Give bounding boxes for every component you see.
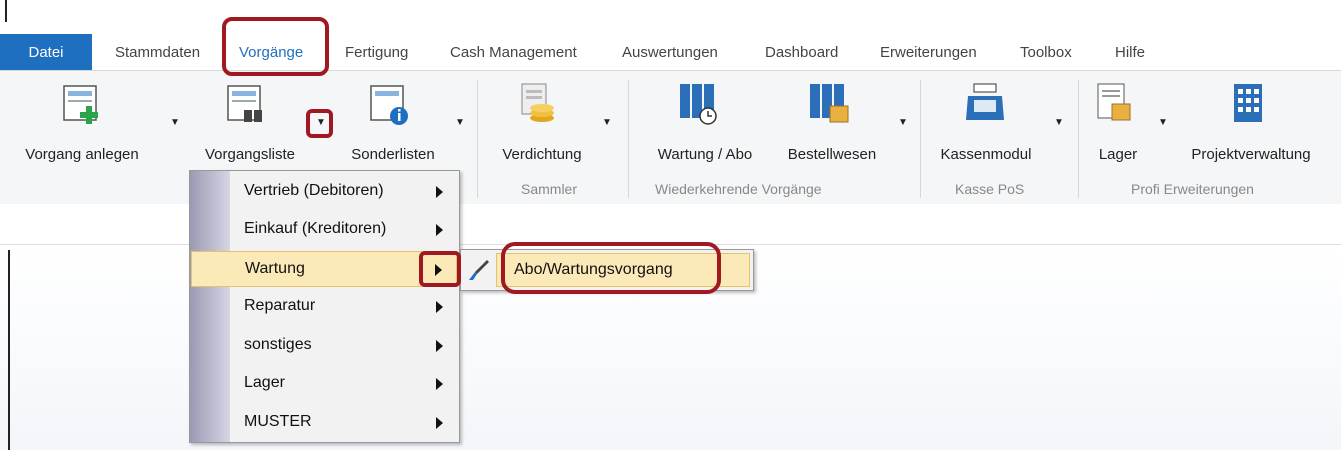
tab-datei[interactable]: Datei (0, 34, 92, 70)
button-label: Bestellwesen (787, 146, 877, 163)
building-icon (1234, 84, 1262, 122)
annotation-highlight-abo (501, 242, 721, 294)
binders-clock-icon (680, 84, 717, 125)
button-label: Projektverwaltung (1191, 146, 1311, 163)
vorgang-anlegen-button[interactable]: Vorgang anlegen (14, 76, 150, 174)
menu-item-lager[interactable]: Lager (191, 366, 457, 402)
submenu-arrow-icon (436, 340, 443, 352)
document-search-icon (227, 85, 262, 122)
new-document-icon (63, 85, 98, 124)
button-label: Lager (1098, 146, 1138, 163)
menu-item-reparatur[interactable]: Reparatur (191, 289, 457, 325)
window-edge (5, 0, 7, 22)
menu-item-vertrieb[interactable]: Vertrieb (Debitoren) (191, 174, 457, 210)
menu-item-label: Vertrieb (Debitoren) (244, 182, 384, 199)
tab-cash-management[interactable]: Cash Management (450, 44, 577, 61)
annotation-highlight-vorgaenge (222, 17, 329, 76)
dropdown-caret-icon[interactable]: ▼ (1158, 117, 1168, 128)
projektverwaltung-button[interactable]: Projektverwaltung (1176, 76, 1326, 174)
tab-auswertungen[interactable]: Auswertungen (622, 44, 718, 61)
dropdown-caret-icon[interactable]: ▼ (455, 117, 465, 128)
menu-item-label: Einkauf (Kreditoren) (244, 220, 387, 237)
annotation-highlight-wartung-arrow (419, 251, 461, 287)
button-label: Kassenmodul (940, 146, 1032, 163)
button-label: Vorgangsliste (204, 146, 296, 163)
tab-fertigung[interactable]: Fertigung (345, 44, 408, 61)
submenu-arrow-icon (436, 224, 443, 236)
group-separator (1078, 80, 1079, 198)
menu-item-sonstiges[interactable]: sonstiges (191, 328, 457, 364)
annotation-highlight-dropdown (306, 109, 333, 138)
menu-item-label: MUSTER (244, 413, 312, 430)
group-label-sammler: Sammler (521, 181, 578, 197)
submenu-arrow-icon (436, 417, 443, 429)
tab-label: Datei (28, 43, 64, 61)
menu-item-wartung[interactable]: Wartung (191, 251, 457, 287)
submenu-arrow-icon (436, 186, 443, 198)
sonderlisten-button[interactable]: Sonderlisten (335, 76, 451, 174)
tab-erweiterungen[interactable]: Erweiterungen (880, 44, 977, 61)
button-label: Sonderlisten (351, 146, 435, 163)
bestellwesen-button[interactable]: Bestellwesen (770, 76, 894, 174)
button-label: Wartung / Abo (657, 146, 753, 163)
button-label: Verdichtung (502, 146, 582, 163)
menu-item-einkauf[interactable]: Einkauf (Kreditoren) (191, 212, 457, 248)
binders-box-icon (810, 84, 849, 123)
menu-item-label: Wartung (245, 260, 305, 277)
dropdown-caret-icon[interactable]: ▼ (898, 117, 908, 128)
cash-register-icon (966, 83, 1004, 120)
group-separator (628, 80, 629, 198)
verdichtung-button[interactable]: Verdichtung (484, 76, 600, 174)
document-box-icon (1097, 83, 1131, 121)
button-label: Vorgang anlegen (25, 146, 139, 163)
lager-button[interactable]: Lager (1082, 76, 1154, 174)
group-label-kasse: Kasse PoS (955, 181, 1025, 197)
wartung-abo-button[interactable]: Wartung / Abo (640, 76, 770, 174)
submenu-arrow-icon (436, 301, 443, 313)
menu-item-label: sonstiges (244, 336, 312, 353)
coins-icon (521, 83, 554, 122)
kassenmodul-button[interactable]: Kassenmodul (930, 76, 1042, 174)
tab-hilfe[interactable]: Hilfe (1115, 44, 1145, 61)
tab-dashboard[interactable]: Dashboard (765, 44, 838, 61)
menu-item-label: Reparatur (244, 297, 316, 314)
dropdown-caret-icon[interactable]: ▼ (1054, 117, 1064, 128)
content-border (8, 250, 10, 450)
tab-toolbox[interactable]: Toolbox (1020, 44, 1072, 61)
dropdown-caret-icon[interactable]: ▼ (602, 117, 612, 128)
group-separator (920, 80, 921, 198)
group-separator (477, 80, 478, 198)
group-label-profi: Profi Erweiterungen (1131, 181, 1254, 197)
vorgangsliste-dropdown-menu: Vertrieb (Debitoren) Einkauf (Kreditoren… (189, 170, 460, 443)
submenu-arrow-icon (436, 378, 443, 390)
tab-stammdaten[interactable]: Stammdaten (115, 44, 200, 61)
menu-item-muster[interactable]: MUSTER (191, 405, 457, 441)
dropdown-caret-icon[interactable]: ▼ (170, 117, 180, 128)
group-label-wiederkehrende: Wiederkehrende Vorgänge (655, 181, 822, 197)
document-info-icon (370, 85, 408, 125)
vorgangsliste-button[interactable]: Vorgangsliste (190, 76, 310, 174)
brush-icon (469, 260, 489, 280)
menu-item-label: Lager (244, 374, 285, 391)
